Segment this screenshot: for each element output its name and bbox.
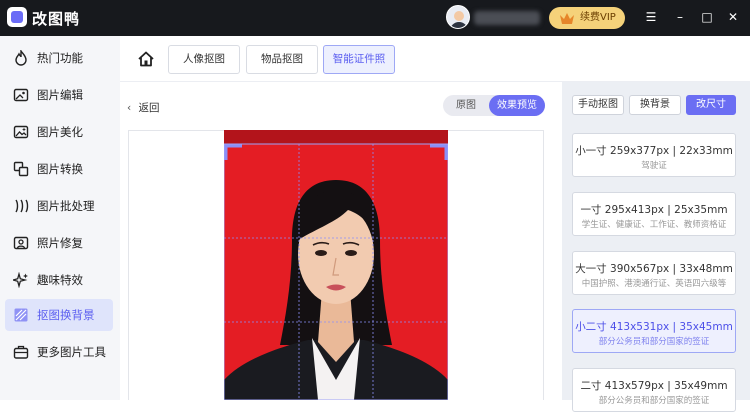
cutout-icon bbox=[14, 308, 28, 322]
sidebar-item-label: 图片转换 bbox=[37, 162, 83, 176]
sidebar-item-image-convert[interactable]: 图片转换 bbox=[5, 153, 113, 185]
sidebar-item-label: 更多图片工具 bbox=[37, 345, 106, 359]
preview-view-button[interactable]: 效果预览 bbox=[489, 95, 545, 116]
sidebar-item-label: 图片批处理 bbox=[37, 199, 95, 213]
image-beautify-icon bbox=[13, 125, 29, 139]
size-title: 大一寸 390x567px | 33x48mm bbox=[575, 263, 733, 275]
batch-icon bbox=[15, 199, 29, 213]
username-blurred[interactable] bbox=[474, 11, 540, 25]
tab-portrait-cutout[interactable]: 人像抠图 bbox=[168, 45, 240, 74]
id-photo-preview[interactable] bbox=[224, 130, 448, 400]
menu-icon[interactable]: ☰ bbox=[644, 10, 658, 24]
size-desc: 部分公务员和部分国家的签证 bbox=[598, 396, 710, 406]
sidebar-item-label: 图片美化 bbox=[37, 125, 83, 139]
image-convert-icon bbox=[13, 161, 29, 177]
change-background-button[interactable]: 换背景 bbox=[629, 95, 681, 115]
size-title: 二寸 413x579px | 35x49mm bbox=[580, 380, 728, 392]
size-option-selected[interactable]: 小二寸 413x531px | 35x45mm 部分公务员和部分国家的签证 bbox=[572, 309, 736, 353]
crown-icon bbox=[560, 13, 574, 24]
portrait-image bbox=[224, 130, 448, 400]
toolbox-icon bbox=[13, 345, 29, 359]
size-desc: 驾驶证 bbox=[641, 161, 667, 171]
photo-repair-icon bbox=[13, 236, 29, 250]
sidebar-item-label: 热门功能 bbox=[37, 51, 83, 65]
home-icon[interactable] bbox=[137, 50, 155, 68]
avatar[interactable] bbox=[446, 5, 470, 29]
flame-icon bbox=[15, 50, 27, 66]
back-label: 返回 bbox=[138, 102, 160, 114]
sidebar-item-label: 照片修复 bbox=[37, 236, 83, 250]
size-desc: 中国护照、港澳通行证、英语四六级等 bbox=[581, 279, 727, 289]
sidebar-item-cutout[interactable]: 抠图换背景 bbox=[5, 299, 113, 331]
sidebar-item-label: 趣味特效 bbox=[37, 273, 83, 287]
maximize-icon[interactable]: □ bbox=[700, 10, 714, 24]
image-edit-icon bbox=[13, 88, 29, 102]
sidebar-item-photo-repair[interactable]: 照片修复 bbox=[5, 227, 113, 259]
sidebar-item-more-tools[interactable]: 更多图片工具 bbox=[5, 336, 113, 368]
size-option[interactable]: 小一寸 259x377px | 22x33mm 驾驶证 bbox=[572, 133, 736, 177]
tab-object-cutout[interactable]: 物品抠图 bbox=[246, 45, 318, 74]
close-icon[interactable]: ✕ bbox=[726, 10, 740, 24]
renew-vip-button[interactable]: 续费VIP bbox=[549, 7, 625, 29]
sidebar-item-hot[interactable]: 热门功能 bbox=[5, 42, 113, 74]
sidebar: 热门功能 图片编辑 图片美化 图片转换 图片批处理 照片修复 趣味特效 抠图换背… bbox=[0, 36, 120, 400]
size-title: 小一寸 259x377px | 22x33mm bbox=[575, 145, 733, 157]
sparkle-icon bbox=[13, 272, 28, 288]
view-toggle[interactable]: 原图 效果预览 bbox=[443, 95, 545, 116]
chevron-left-icon: ‹ bbox=[127, 102, 132, 114]
sidebar-item-image-beautify[interactable]: 图片美化 bbox=[5, 116, 113, 148]
title-bar: 改图鸭 续费VIP ☰ – □ ✕ bbox=[0, 0, 750, 36]
manual-cutout-button[interactable]: 手动抠图 bbox=[572, 95, 624, 115]
size-desc: 学生证、健康证、工作证、教师资格证 bbox=[581, 220, 727, 230]
size-option[interactable]: 二寸 413x579px | 35x49mm 部分公务员和部分国家的签证 bbox=[572, 368, 736, 412]
size-option[interactable]: 大一寸 390x567px | 33x48mm 中国护照、港澳通行证、英语四六级… bbox=[572, 251, 736, 295]
minimize-icon[interactable]: – bbox=[673, 10, 687, 24]
size-title: 一寸 295x413px | 25x35mm bbox=[580, 204, 728, 216]
renew-vip-label: 续费VIP bbox=[580, 12, 616, 23]
sidebar-item-fun-effects[interactable]: 趣味特效 bbox=[5, 264, 113, 296]
resize-button[interactable]: 改尺寸 bbox=[686, 95, 736, 115]
sidebar-item-label: 抠图换背景 bbox=[37, 308, 95, 322]
back-link[interactable]: ‹ 返回 bbox=[127, 100, 160, 115]
sidebar-item-label: 图片编辑 bbox=[37, 88, 83, 102]
tab-id-photo[interactable]: 智能证件照 bbox=[323, 45, 395, 74]
size-title: 小二寸 413x531px | 35x45mm bbox=[575, 321, 733, 333]
size-option[interactable]: 一寸 295x413px | 25x35mm 学生证、健康证、工作证、教师资格证 bbox=[572, 192, 736, 236]
sidebar-item-image-edit[interactable]: 图片编辑 bbox=[5, 79, 113, 111]
app-name: 改图鸭 bbox=[32, 10, 81, 28]
sidebar-item-batch[interactable]: 图片批处理 bbox=[5, 190, 113, 222]
size-desc: 部分公务员和部分国家的签证 bbox=[598, 337, 710, 347]
app-logo-icon bbox=[7, 7, 27, 27]
original-view-button[interactable]: 原图 bbox=[443, 95, 489, 116]
